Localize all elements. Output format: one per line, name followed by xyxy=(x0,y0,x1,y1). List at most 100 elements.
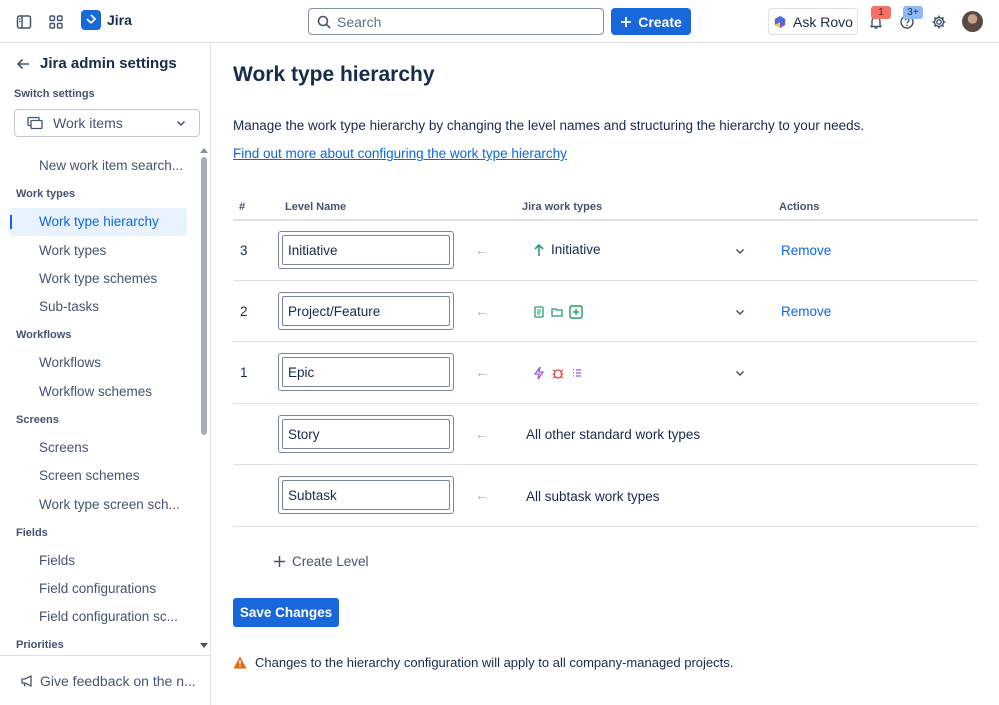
arrow-left-icon xyxy=(16,58,29,69)
plus-icon xyxy=(621,16,632,27)
row-level-number: 3 xyxy=(240,243,248,258)
search-box[interactable] xyxy=(308,8,604,35)
plus-icon xyxy=(274,556,285,567)
work-types-standard: All other standard work types xyxy=(526,427,701,442)
row-divider xyxy=(233,464,978,465)
ask-rovo-button[interactable]: Ask Rovo xyxy=(768,8,858,35)
create-label: Create xyxy=(638,13,682,30)
scrollbar-thumb[interactable] xyxy=(201,157,207,435)
sidebar-item-screen-schemes[interactable]: Screen schemes xyxy=(39,468,140,483)
sidebar-item-fields[interactable]: Fields xyxy=(39,553,75,568)
sidebar-item-work-types[interactable]: Work types xyxy=(39,243,106,258)
chevron-down-icon[interactable] xyxy=(734,245,746,257)
sidebar-item-work-type-schemes[interactable]: Work type schemes xyxy=(39,271,157,286)
work-types-select-project-feature[interactable] xyxy=(533,305,583,319)
plus-square-icon xyxy=(569,305,583,319)
folder-icon xyxy=(551,308,563,317)
lightning-icon xyxy=(533,366,545,380)
warning-icon xyxy=(233,656,247,669)
ask-rovo-label: Ask Rovo xyxy=(793,13,853,30)
search-input[interactable] xyxy=(337,13,577,30)
page-title: Work type hierarchy xyxy=(233,63,435,86)
sidebar-item-sub-tasks[interactable]: Sub-tasks xyxy=(39,299,99,314)
arrow-up-icon xyxy=(534,243,544,256)
maps-to-arrow-icon: ← xyxy=(475,487,489,503)
column-header-work-types: Jira work types xyxy=(522,201,603,213)
help-badge: 3+ xyxy=(903,6,923,19)
row-divider xyxy=(233,280,978,281)
scroll-down-icon[interactable] xyxy=(200,643,208,649)
sidebar-item-field-configuration-schemes[interactable]: Field configuration sc... xyxy=(39,609,178,624)
checklist-icon xyxy=(573,369,581,377)
jira-logo-icon xyxy=(81,10,101,30)
row-divider xyxy=(233,526,978,527)
maps-to-arrow-icon: ← xyxy=(475,364,489,380)
jira-logo[interactable]: Jira xyxy=(81,10,132,30)
switch-settings-label: Switch settings xyxy=(14,88,95,100)
remove-level-button[interactable]: Remove xyxy=(781,243,831,258)
scroll-up-icon[interactable] xyxy=(200,147,208,153)
sidebar-item-work-type-screen-schemes[interactable]: Work type screen sch... xyxy=(39,497,180,512)
work-items-icon xyxy=(27,116,43,130)
switch-settings-value: Work items xyxy=(53,115,123,131)
sidebar-toggle-icon[interactable] xyxy=(12,10,36,34)
sidebar-nav-list: New work item search... Work types Work … xyxy=(0,151,210,655)
document-icon xyxy=(534,306,544,318)
sidebar-item-work-type-hierarchy[interactable]: Work type hierarchy xyxy=(39,214,159,229)
sidebar-item-field-configurations[interactable]: Field configurations xyxy=(39,581,156,596)
app-name: Jira xyxy=(107,12,132,28)
warning-message: Changes to the hierarchy configuration w… xyxy=(233,655,733,670)
level-name-input[interactable] xyxy=(282,296,450,326)
notifications-badge: 1 xyxy=(871,6,891,19)
level-name-input[interactable] xyxy=(282,357,450,387)
give-feedback-link[interactable]: Give feedback on the n... xyxy=(0,655,210,705)
level-name-field-story xyxy=(278,415,454,453)
create-level-button[interactable]: Create Level xyxy=(273,554,369,569)
warning-text: Changes to the hierarchy configuration w… xyxy=(255,655,734,670)
save-changes-button[interactable]: Save Changes xyxy=(233,598,339,627)
level-name-input[interactable] xyxy=(282,235,450,265)
sidebar-section-priorities: Priorities xyxy=(16,639,64,651)
maps-to-arrow-icon: ← xyxy=(475,242,489,258)
level-name-field-project-feature xyxy=(278,292,454,330)
sidebar-scrollbar[interactable] xyxy=(200,148,208,655)
chevron-down-icon[interactable] xyxy=(734,306,746,318)
work-type-label: Initiative xyxy=(551,242,601,257)
column-header-level-name: Level Name xyxy=(285,201,347,213)
remove-level-button[interactable]: Remove xyxy=(781,304,831,319)
row-divider xyxy=(233,403,978,404)
app-switcher-icon[interactable] xyxy=(44,10,68,34)
work-types-subtask: All subtask work types xyxy=(526,489,660,504)
switch-settings-select[interactable]: Work items xyxy=(14,109,200,137)
work-types-select-initiative[interactable]: Initiative xyxy=(533,242,601,257)
chevron-down-icon[interactable] xyxy=(734,367,746,379)
sidebar-item-workflow-schemes[interactable]: Workflow schemes xyxy=(39,384,152,399)
user-avatar[interactable] xyxy=(962,11,983,32)
give-feedback-label: Give feedback on the n... xyxy=(40,672,196,689)
sidebar-item-screens[interactable]: Screens xyxy=(39,440,89,455)
column-header-number: # xyxy=(239,201,246,213)
settings-gear-icon[interactable] xyxy=(927,10,951,34)
back-to-settings[interactable]: Jira admin settings xyxy=(16,55,177,72)
megaphone-icon xyxy=(21,674,32,687)
level-name-input[interactable] xyxy=(282,419,450,449)
learn-more-link[interactable]: Find out more about configuring the work… xyxy=(233,146,567,161)
row-level-number: 2 xyxy=(240,304,248,319)
row-level-number: 1 xyxy=(240,365,248,380)
create-button[interactable]: Create xyxy=(611,8,691,35)
admin-sidebar: Jira admin settings Switch settings Work… xyxy=(0,43,211,705)
sidebar-section-workflows: Workflows xyxy=(16,329,72,341)
level-name-field-epic xyxy=(278,353,454,391)
sidebar-section-screens: Screens xyxy=(16,414,59,426)
main-content: Work type hierarchy Manage the work type… xyxy=(212,43,999,705)
sidebar-item-new-work-item-search[interactable]: New work item search... xyxy=(39,158,183,173)
table-header-divider xyxy=(233,219,978,221)
create-level-label: Create Level xyxy=(292,554,369,569)
sidebar-title: Jira admin settings xyxy=(40,55,177,72)
maps-to-arrow-icon: ← xyxy=(475,303,489,319)
level-name-input[interactable] xyxy=(282,480,450,510)
work-types-select-epic[interactable] xyxy=(533,366,583,380)
sidebar-section-fields: Fields xyxy=(16,527,48,539)
maps-to-arrow-icon: ← xyxy=(475,426,489,442)
sidebar-item-workflows[interactable]: Workflows xyxy=(39,355,101,370)
